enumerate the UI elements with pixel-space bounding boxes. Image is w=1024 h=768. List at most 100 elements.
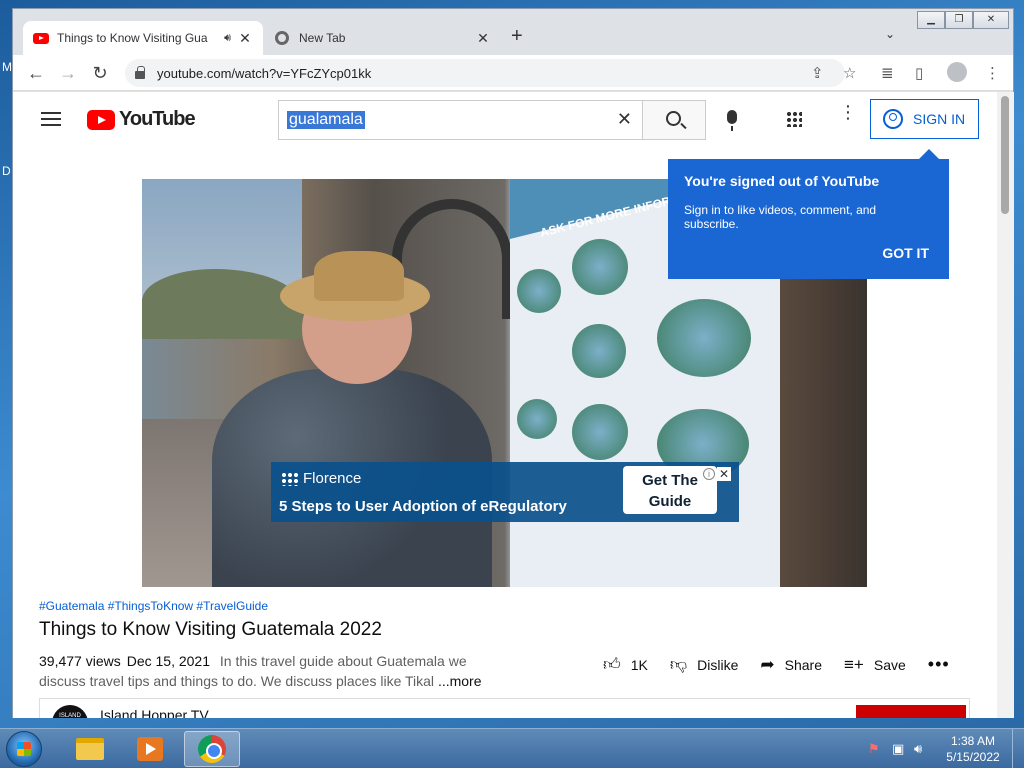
side-panel-icon[interactable]: ▯ <box>915 64 923 82</box>
profile-avatar-icon[interactable] <box>947 62 967 82</box>
search-button[interactable] <box>642 100 706 140</box>
like-count: 1K <box>630 656 648 673</box>
tab-youtube-video[interactable]: Things to Know Visiting Gua 🔊︎ ✕ <box>23 21 263 55</box>
url-text: youtube.com/watch?v=YFcZYcp01kk <box>157 65 372 81</box>
youtube-page: YouTube gualamala ✕ ⋮ SIGN IN ASK FOR MO… <box>13 92 997 718</box>
search-icon <box>666 111 681 126</box>
tab-title: Things to Know Visiting Gua <box>57 31 208 45</box>
hamburger-menu-icon[interactable] <box>41 112 61 126</box>
browser-window: Things to Know Visiting Gua 🔊︎ ✕ New Tab… <box>12 8 1014 718</box>
tab-new-tab[interactable]: New Tab ✕ <box>265 21 501 55</box>
page-scrollbar[interactable] <box>997 92 1014 718</box>
like-button[interactable]: 👍︎ 1K <box>603 654 648 675</box>
dislike-button[interactable]: 👎︎ Dislike <box>670 654 739 675</box>
show-more-link[interactable]: ...more <box>438 673 482 689</box>
got-it-button[interactable]: GOT IT <box>882 245 929 261</box>
video-frame-photo <box>572 239 628 295</box>
network-icon[interactable]: ▣ <box>892 741 904 757</box>
dislike-label: Dislike <box>697 656 739 673</box>
apps-grid-icon[interactable] <box>786 111 802 127</box>
clock-date: 5/15/2022 <box>946 750 1000 764</box>
browser-menu-icon[interactable]: ⋮ <box>985 64 1000 82</box>
search-input[interactable]: gualamala ✕ <box>278 100 642 140</box>
tab-close-icon[interactable]: ✕ <box>475 30 491 47</box>
show-desktop-button[interactable] <box>1012 729 1024 768</box>
media-player-icon <box>137 737 163 761</box>
taskbar: ⚑ ▣ 🔊︎ 1:38 AM 5/15/2022 <box>0 728 1024 768</box>
video-frame-photo <box>657 299 751 377</box>
ad-info-icon[interactable]: i <box>703 468 715 480</box>
address-bar[interactable]: youtube.com/watch?v=YFcZYcp01kk <box>125 59 845 87</box>
subscribe-button[interactable]: SUBSCRIBE <box>856 705 966 718</box>
tab-strip: Things to Know Visiting Gua 🔊︎ ✕ New Tab… <box>13 9 1013 55</box>
video-frame-photo <box>572 404 628 460</box>
search-query-text: gualamala <box>287 111 365 129</box>
restore-button[interactable]: ❐ <box>945 11 973 29</box>
share-arrow-icon: ➦ <box>760 654 775 674</box>
ad-cta-line2: Guide <box>648 493 692 510</box>
ad-brand-name: Florence <box>303 470 362 487</box>
start-button[interactable] <box>6 731 42 767</box>
share-button[interactable]: ➦ Share <box>760 655 822 675</box>
overlay-ad[interactable]: Florence 5 Steps to User Adoption of eRe… <box>271 462 739 522</box>
chrome-favicon-icon <box>275 31 289 45</box>
youtube-logo[interactable]: YouTube <box>87 108 196 131</box>
playlist-add-icon: ≡+ <box>844 654 864 674</box>
forward-arrow-icon[interactable]: → <box>57 63 79 83</box>
channel-name[interactable]: Island Hopper TV <box>100 707 209 718</box>
system-clock[interactable]: 1:38 AM 5/15/2022 <box>940 733 1006 765</box>
video-title: Things to Know Visiting Guatemala 2022 <box>39 619 382 640</box>
folder-icon <box>76 738 104 760</box>
video-frame-photo <box>517 269 561 313</box>
taskbar-explorer[interactable] <box>62 731 118 767</box>
upload-date: Dec 15, 2021 <box>126 653 211 669</box>
account-circle-icon <box>883 109 903 129</box>
tab-title: New Tab <box>299 31 346 45</box>
bookmark-star-icon[interactable]: ☆ <box>843 64 856 82</box>
video-hashtags[interactable]: #Guatemala #ThingsToKnow #TravelGuide <box>39 599 268 613</box>
ad-brand: Florence <box>281 470 361 487</box>
settings-kebab-icon[interactable]: ⋮ <box>839 103 857 121</box>
voice-search-mic-icon[interactable] <box>727 110 737 131</box>
volume-icon[interactable]: 🔊︎ <box>914 741 922 757</box>
channel-avatar[interactable]: ISLAND HOPPER <box>52 705 88 718</box>
taskbar-chrome[interactable] <box>184 731 240 767</box>
thumbs-up-icon: 👍︎ <box>603 655 621 674</box>
more-actions-icon[interactable]: ••• <box>928 654 950 675</box>
action-center-flag-icon[interactable]: ⚑ <box>868 741 880 757</box>
youtube-header: YouTube gualamala ✕ ⋮ SIGN IN <box>13 92 997 148</box>
new-tab-button[interactable]: + <box>511 25 523 48</box>
share-page-icon[interactable]: ⇪ <box>811 64 824 82</box>
video-frame-photo <box>517 399 557 439</box>
tab-close-icon[interactable]: ✕ <box>237 30 253 47</box>
popup-title: You're signed out of YouTube <box>684 173 880 189</box>
ad-close-icon[interactable]: ✕ <box>717 467 731 481</box>
florence-logo-icon <box>281 471 299 486</box>
taskbar-media-player[interactable] <box>122 731 178 767</box>
video-frame-hat-crown <box>314 251 404 301</box>
minimize-button[interactable]: ▁ <box>917 11 945 29</box>
lock-icon[interactable] <box>135 66 145 79</box>
back-arrow-icon[interactable]: ← <box>25 63 47 83</box>
youtube-play-logo-icon <box>87 109 115 130</box>
reload-icon[interactable]: ↻ <box>89 63 111 83</box>
video-description-box[interactable]: 39,477 views Dec 15, 2021 In this travel … <box>39 651 499 691</box>
channel-row: ISLAND HOPPER Island Hopper TV SUBSCRIBE <box>39 698 970 718</box>
audio-playing-icon[interactable]: 🔊︎ <box>224 32 231 45</box>
clear-search-icon[interactable]: ✕ <box>617 109 632 130</box>
view-count: 39,477 views <box>39 653 121 669</box>
sign-in-button[interactable]: SIGN IN <box>870 99 979 139</box>
browser-toolbar: ← → ↻ youtube.com/watch?v=YFcZYcp01kk ⇪ … <box>13 55 1013 91</box>
video-actions: 👍︎ 1K 👎︎ Dislike ➦ Share ≡+ Save ••• <box>603 654 950 675</box>
tab-search-chevron-icon[interactable]: ⌄ <box>885 27 895 41</box>
close-window-button[interactable]: ✕ <box>973 11 1009 29</box>
desktop-icon-label-d[interactable]: D <box>2 164 11 178</box>
desktop-icon-label-m[interactable]: M <box>2 60 12 74</box>
video-frame-photo <box>572 324 626 378</box>
thumbs-down-icon: 👎︎ <box>669 655 688 674</box>
media-control-icon[interactable]: ≣ <box>881 64 894 82</box>
save-button[interactable]: ≡+ Save <box>844 655 906 675</box>
chrome-icon <box>198 735 226 763</box>
scrollbar-thumb[interactable] <box>1001 96 1009 214</box>
youtube-favicon-icon <box>33 32 49 44</box>
